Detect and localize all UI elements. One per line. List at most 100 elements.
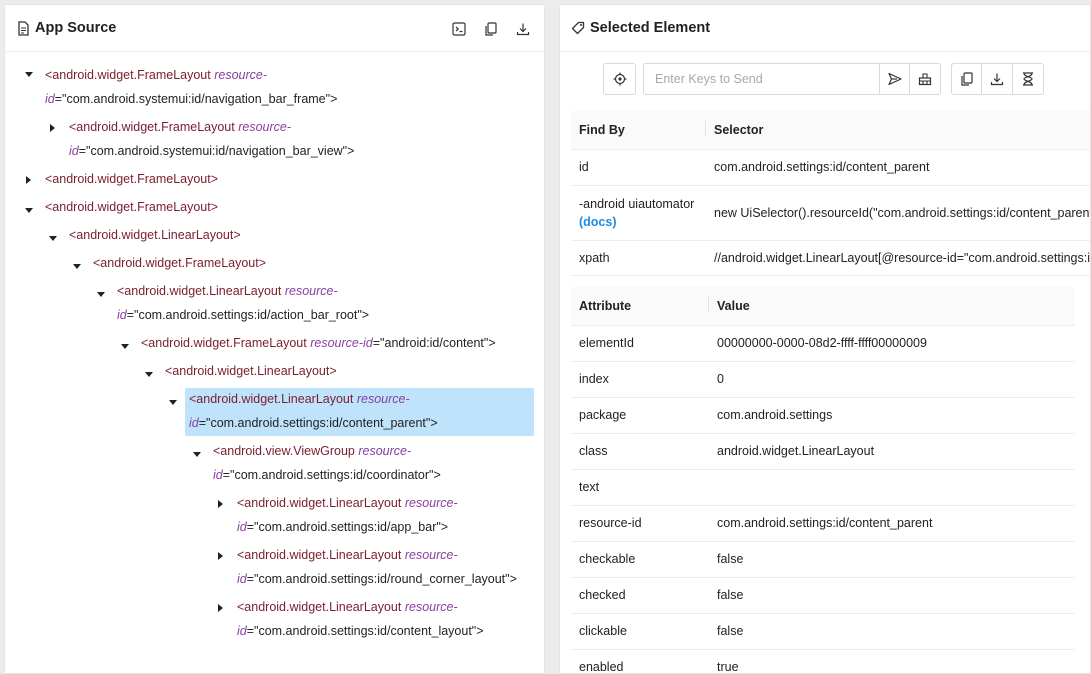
selected-element-title-text: Selected Element (590, 20, 711, 36)
node-tag: <android.widget.FrameLayout (45, 68, 211, 82)
attribute-value (709, 469, 1075, 506)
table-row: id com.android.settings:id/content_paren… (571, 149, 1090, 186)
attribute-name: package (571, 397, 709, 434)
node-attr: id (189, 416, 199, 430)
node-value: ="com.android.systemui:id/navigation_bar… (54, 92, 338, 106)
find-by-header: Find By (571, 111, 706, 150)
collapse-caret-icon[interactable] (72, 262, 82, 272)
table-row: checkable false (571, 541, 1075, 578)
find-by-label: -android uiautomator (579, 196, 695, 211)
send-keys-input[interactable] (643, 63, 879, 95)
attribute-name: enabled (571, 649, 709, 673)
node-value: ="android:id/content"> (372, 336, 496, 350)
node-attr: resource- (404, 600, 458, 614)
app-source-title-text: App Source (35, 20, 117, 36)
tree-node[interactable]: <android.widget.LinearLayout resource- i… (233, 491, 462, 539)
tree-node[interactable]: <android.widget.LinearLayout> (65, 223, 245, 247)
attribute-value: false (709, 613, 1075, 650)
attribute-value: com.android.settings:id/content_parent (709, 505, 1075, 542)
collapse-caret-icon[interactable] (192, 450, 202, 460)
node-attr: resource- (214, 68, 268, 82)
tree-node[interactable]: <android.widget.LinearLayout resource- i… (233, 543, 521, 591)
attribute-name: checked (571, 577, 709, 614)
tree-node-selected[interactable]: <android.widget.LinearLayout resource- i… (185, 387, 442, 435)
collapse-caret-icon[interactable] (48, 234, 58, 244)
download-screenshot-button[interactable] (981, 63, 1013, 95)
node-attr: id (237, 624, 247, 638)
node-value: ="com.android.settings:id/content_parent… (198, 416, 438, 430)
node-attr: resource- (356, 392, 410, 406)
node-attr: resource- (404, 548, 458, 562)
selector-cell[interactable]: new UiSelector().resourceId("com.android… (706, 185, 1090, 241)
tree-node[interactable]: <android.widget.FrameLayout> (89, 251, 270, 275)
collapse-caret-icon[interactable] (120, 342, 130, 352)
node-tag: <android.widget.LinearLayout (237, 496, 402, 510)
tree-node[interactable]: <android.widget.LinearLayout resource- i… (233, 595, 488, 643)
download-icon (990, 73, 1004, 86)
download-icon[interactable] (514, 20, 532, 38)
tree-node[interactable]: <android.widget.FrameLayout resource-id=… (137, 331, 500, 355)
attribute-value: true (709, 649, 1075, 673)
expand-caret-icon[interactable] (216, 551, 226, 561)
copy-icon[interactable] (482, 20, 500, 38)
node-tag: <android.widget.LinearLayout> (165, 364, 337, 378)
copy-attributes-button[interactable] (951, 63, 982, 95)
tree-node[interactable]: <android.widget.FrameLayout resource- id… (65, 115, 358, 163)
node-tag: <android.widget.FrameLayout (69, 120, 235, 134)
node-tag: <android.view.ViewGroup (213, 444, 355, 458)
tap-button[interactable] (603, 63, 636, 95)
attributes-table: Attribute Value elementId 00000000-0000-0… (571, 287, 1075, 673)
table-row: resource-id com.android.settings:id/conte… (571, 505, 1075, 542)
node-value: ="com.android.settings:id/content_layout… (246, 624, 484, 638)
node-tag: <android.widget.FrameLayout> (93, 256, 267, 270)
terminal-icon[interactable] (450, 20, 468, 38)
tree-node[interactable]: <android.widget.FrameLayout resource- id… (41, 63, 341, 111)
collapse-caret-icon[interactable] (24, 70, 34, 80)
selector-cell[interactable]: //android.widget.LinearLayout[@resource-… (706, 240, 1090, 276)
selected-element-panel: Selected Element Find By Selector (559, 4, 1091, 674)
tree-node[interactable]: <android.widget.LinearLayout> (161, 359, 341, 383)
find-by-cell: -android uiautomator (docs) (571, 185, 706, 241)
node-tag: <android.widget.LinearLayout (189, 392, 354, 406)
expand-caret-icon[interactable] (216, 499, 226, 509)
tree-node[interactable]: <android.widget.FrameLayout> (41, 167, 222, 191)
attribute-header: Attribute (571, 287, 709, 326)
attribute-value: 00000000-0000-08d2-ffff-ffff00000009 (709, 325, 1075, 362)
table-row: clickable false (571, 613, 1075, 650)
timing-button[interactable] (1012, 63, 1044, 95)
app-source-title: App Source (17, 20, 116, 36)
node-attr: resource-id (310, 336, 373, 350)
send-keys-icon (887, 72, 902, 86)
table-row: elementId 00000000-0000-08d2-ffff-ffff000… (571, 325, 1075, 362)
collapse-caret-icon[interactable] (144, 370, 154, 380)
docs-link[interactable]: (docs) (579, 215, 617, 229)
attribute-name: class (571, 433, 709, 470)
attribute-value: 0 (709, 361, 1075, 398)
table-row: class android.widget.LinearLayout (571, 433, 1075, 470)
clear-button[interactable] (909, 63, 941, 95)
node-tag: <android.widget.FrameLayout> (45, 200, 219, 214)
tree-node[interactable]: <android.widget.FrameLayout> (41, 195, 222, 219)
tree-node[interactable]: <android.view.ViewGroup resource- id="co… (209, 439, 445, 487)
attribute-value: android.widget.LinearLayout (709, 433, 1075, 470)
expand-caret-icon[interactable] (48, 123, 58, 133)
collapse-caret-icon[interactable] (168, 398, 178, 408)
expand-caret-icon[interactable] (24, 175, 34, 185)
node-value: ="com.android.settings:id/app_bar"> (246, 520, 449, 534)
attribute-name: checkable (571, 541, 709, 578)
attribute-value: com.android.settings (709, 397, 1075, 434)
send-keys-button[interactable] (879, 63, 910, 95)
tree-node[interactable]: <android.widget.LinearLayout resource- i… (113, 279, 373, 327)
selector-cell[interactable]: com.android.settings:id/content_parent (706, 149, 1090, 186)
collapse-caret-icon[interactable] (24, 206, 34, 216)
selector-header: Selector (706, 111, 1090, 150)
attribute-name: index (571, 361, 709, 398)
expand-caret-icon[interactable] (216, 603, 226, 613)
element-actions-toolbar (560, 63, 1090, 95)
node-attr: resource- (358, 444, 412, 458)
node-attr: id (69, 144, 79, 158)
table-row: text (571, 469, 1075, 506)
attribute-value: false (709, 577, 1075, 614)
table-row: index 0 (571, 361, 1075, 398)
collapse-caret-icon[interactable] (96, 290, 106, 300)
